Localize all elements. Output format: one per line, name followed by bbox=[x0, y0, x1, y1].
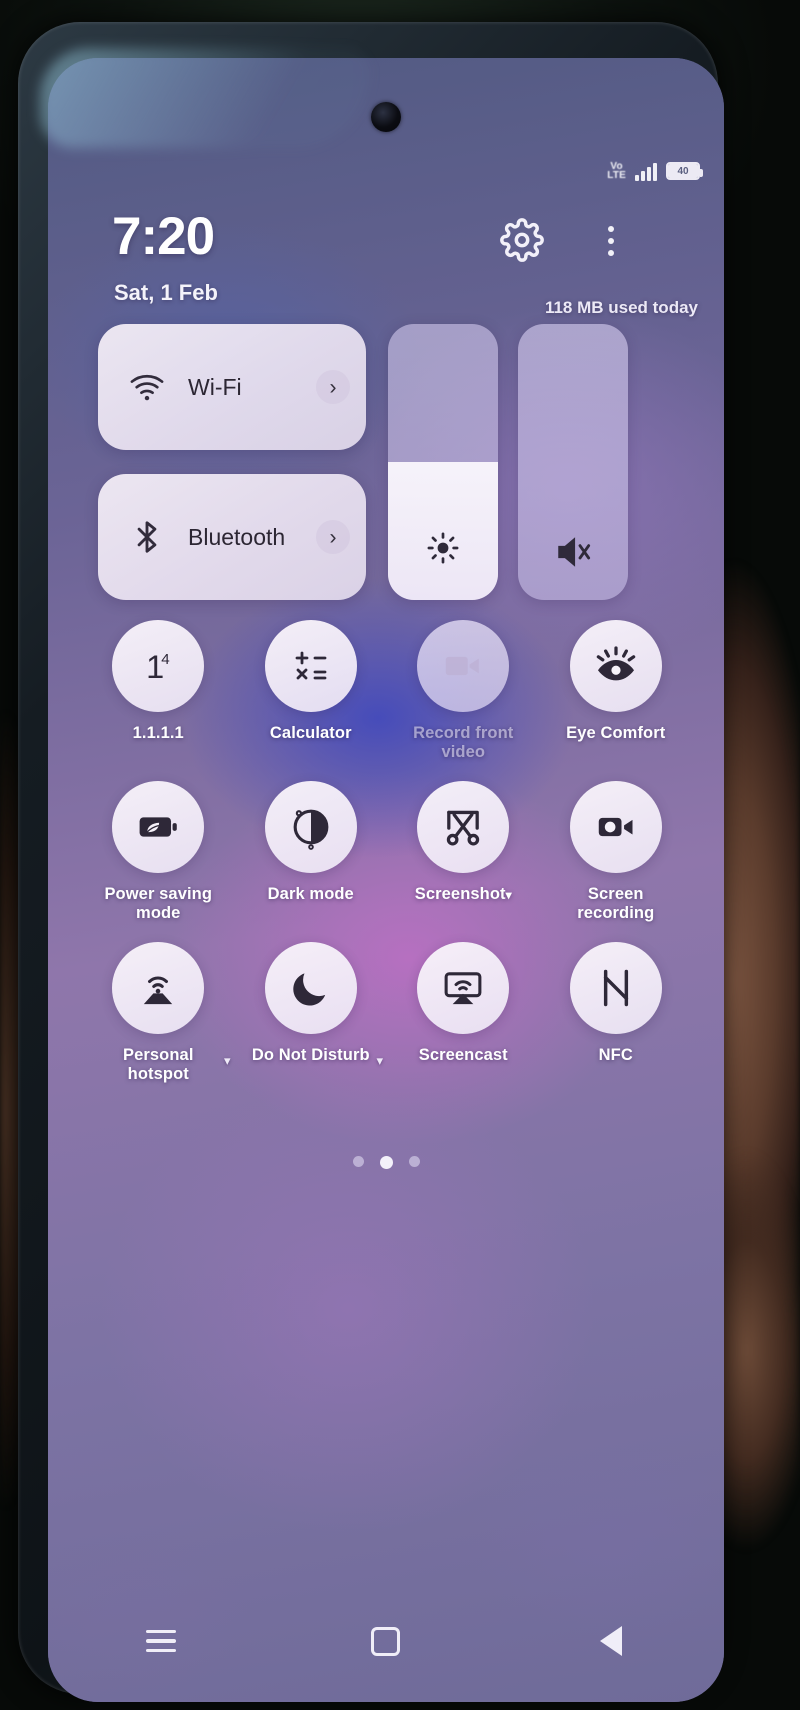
quick-toggle-screen-recording[interactable]: Screen recording bbox=[540, 767, 693, 924]
recents-button[interactable] bbox=[126, 1612, 196, 1670]
quick-toggle-label: Screenshot▾ bbox=[415, 885, 512, 904]
quick-toggle-screenshot[interactable]: Screenshot▾ bbox=[387, 767, 540, 924]
volume-mute-tile[interactable] bbox=[518, 324, 628, 600]
quick-toggle-label: Do Not Disturb bbox=[251, 1045, 370, 1064]
contrast-circle-icon bbox=[264, 780, 357, 873]
quick-toggles-grid: 1 4 1.1.1.1 Calculator Record front vide… bbox=[82, 606, 692, 1085]
quick-toggle-label-text: Screenshot bbox=[414, 884, 506, 903]
quick-toggle-eye-comfort[interactable]: Eye Comfort bbox=[540, 606, 693, 763]
clock-time: 7:20 bbox=[112, 207, 215, 266]
quick-toggle-screencast[interactable]: Screencast bbox=[387, 928, 540, 1085]
page-dot-1[interactable] bbox=[352, 1156, 364, 1167]
volte-icon: Vo LTE bbox=[607, 161, 626, 181]
square-icon bbox=[371, 1626, 401, 1656]
home-button[interactable] bbox=[351, 1612, 421, 1670]
volte-bottom-text: LTE bbox=[607, 170, 626, 181]
screencast-icon bbox=[417, 941, 510, 1034]
triangle-left-icon bbox=[600, 1626, 623, 1656]
chevron-down-icon-dnd[interactable]: ▾ bbox=[376, 1053, 383, 1069]
quick-toggle-label: Personal hotspot bbox=[123, 1045, 194, 1084]
clock-date: Sat, 1 Feb bbox=[114, 280, 218, 305]
quick-toggle-label: Record front video bbox=[413, 724, 514, 762]
quick-toggle-power-saving-mode[interactable]: Power saving mode bbox=[82, 767, 235, 924]
screen-record-icon bbox=[569, 780, 662, 873]
hamburger-icon bbox=[145, 1629, 176, 1653]
navigation-bar bbox=[48, 1606, 724, 1676]
quick-toggle-1-1-1-1[interactable]: 1 4 1.1.1.1 bbox=[82, 606, 235, 763]
tile-bluetooth-label: Bluetooth bbox=[188, 523, 286, 550]
chevron-right-icon-wifi[interactable]: › bbox=[316, 370, 350, 404]
bluetooth-icon bbox=[128, 518, 166, 556]
battery-icon: 40 bbox=[666, 162, 703, 180]
quick-toggle-label: Power saving mode bbox=[104, 884, 213, 923]
page-indicator bbox=[48, 1156, 724, 1169]
more-vertical-icon[interactable] bbox=[596, 218, 626, 264]
quick-toggle-dark-mode[interactable]: Dark mode bbox=[235, 767, 388, 924]
brightness-slider[interactable] bbox=[388, 324, 498, 600]
front-camera-punch-hole bbox=[371, 102, 401, 132]
signal-bars-icon bbox=[635, 161, 657, 181]
nfc-icon bbox=[569, 941, 662, 1034]
quick-toggle-personal-hotspot[interactable]: Personal hotspot ▾ bbox=[82, 928, 235, 1085]
quick-toggle-label: NFC bbox=[598, 1045, 633, 1064]
quick-toggle-label: Calculator bbox=[269, 724, 352, 742]
battery-leaf-icon bbox=[112, 780, 205, 873]
quick-toggle-nfc[interactable]: NFC bbox=[540, 928, 693, 1085]
phone-device: Vo LTE 40 7:20 Sat, 1 Feb 118 MB used to… bbox=[18, 22, 724, 1702]
phone-screen: Vo LTE 40 7:20 Sat, 1 Feb 118 MB used to… bbox=[48, 58, 724, 1702]
quick-toggle-record-front-video[interactable]: Record front video bbox=[387, 606, 540, 763]
quick-toggle-label: Eye Comfort bbox=[566, 724, 666, 742]
page-dot-2-active[interactable] bbox=[379, 1156, 393, 1169]
svg-text:4: 4 bbox=[162, 651, 170, 668]
quick-toggle-label: Screencast bbox=[418, 1045, 508, 1064]
quick-toggle-calculator[interactable]: Calculator bbox=[235, 606, 388, 763]
quick-toggle-label: Dark mode bbox=[267, 884, 354, 903]
quick-toggle-label: Screen recording bbox=[577, 884, 655, 923]
tile-wifi[interactable]: Wi-Fi › bbox=[98, 324, 366, 450]
eye-comfort-icon bbox=[569, 620, 662, 712]
chevron-down-icon-hotspot[interactable]: ▾ bbox=[224, 1053, 231, 1069]
page-dot-3[interactable] bbox=[408, 1156, 420, 1167]
quick-toggle-do-not-disturb[interactable]: Do Not Disturb ▾ bbox=[235, 928, 388, 1085]
hotspot-icon bbox=[112, 941, 205, 1034]
gear-icon[interactable] bbox=[500, 218, 544, 262]
one-one-one-one-icon: 1 4 bbox=[112, 620, 205, 712]
tile-bluetooth[interactable]: Bluetooth › bbox=[98, 474, 366, 600]
wifi-icon bbox=[128, 368, 166, 406]
battery-level-text: 40 bbox=[668, 164, 698, 178]
quick-toggle-label: 1.1.1.1 bbox=[132, 724, 184, 742]
tile-wifi-label: Wi-Fi bbox=[188, 373, 242, 400]
moon-icon bbox=[264, 941, 357, 1034]
back-button[interactable] bbox=[576, 1612, 646, 1670]
scissors-screenshot-icon bbox=[417, 780, 510, 873]
volume-mute-icon bbox=[553, 532, 593, 572]
data-usage-text: 118 MB used today bbox=[544, 298, 698, 317]
chevron-down-icon-screenshot[interactable]: ▾ bbox=[506, 888, 512, 902]
chevron-right-icon-bluetooth[interactable]: › bbox=[316, 520, 350, 554]
status-bar: Vo LTE 40 bbox=[48, 154, 724, 188]
brightness-sun-icon bbox=[388, 530, 498, 566]
calculator-icon bbox=[264, 620, 357, 712]
video-camera-icon bbox=[417, 620, 510, 712]
